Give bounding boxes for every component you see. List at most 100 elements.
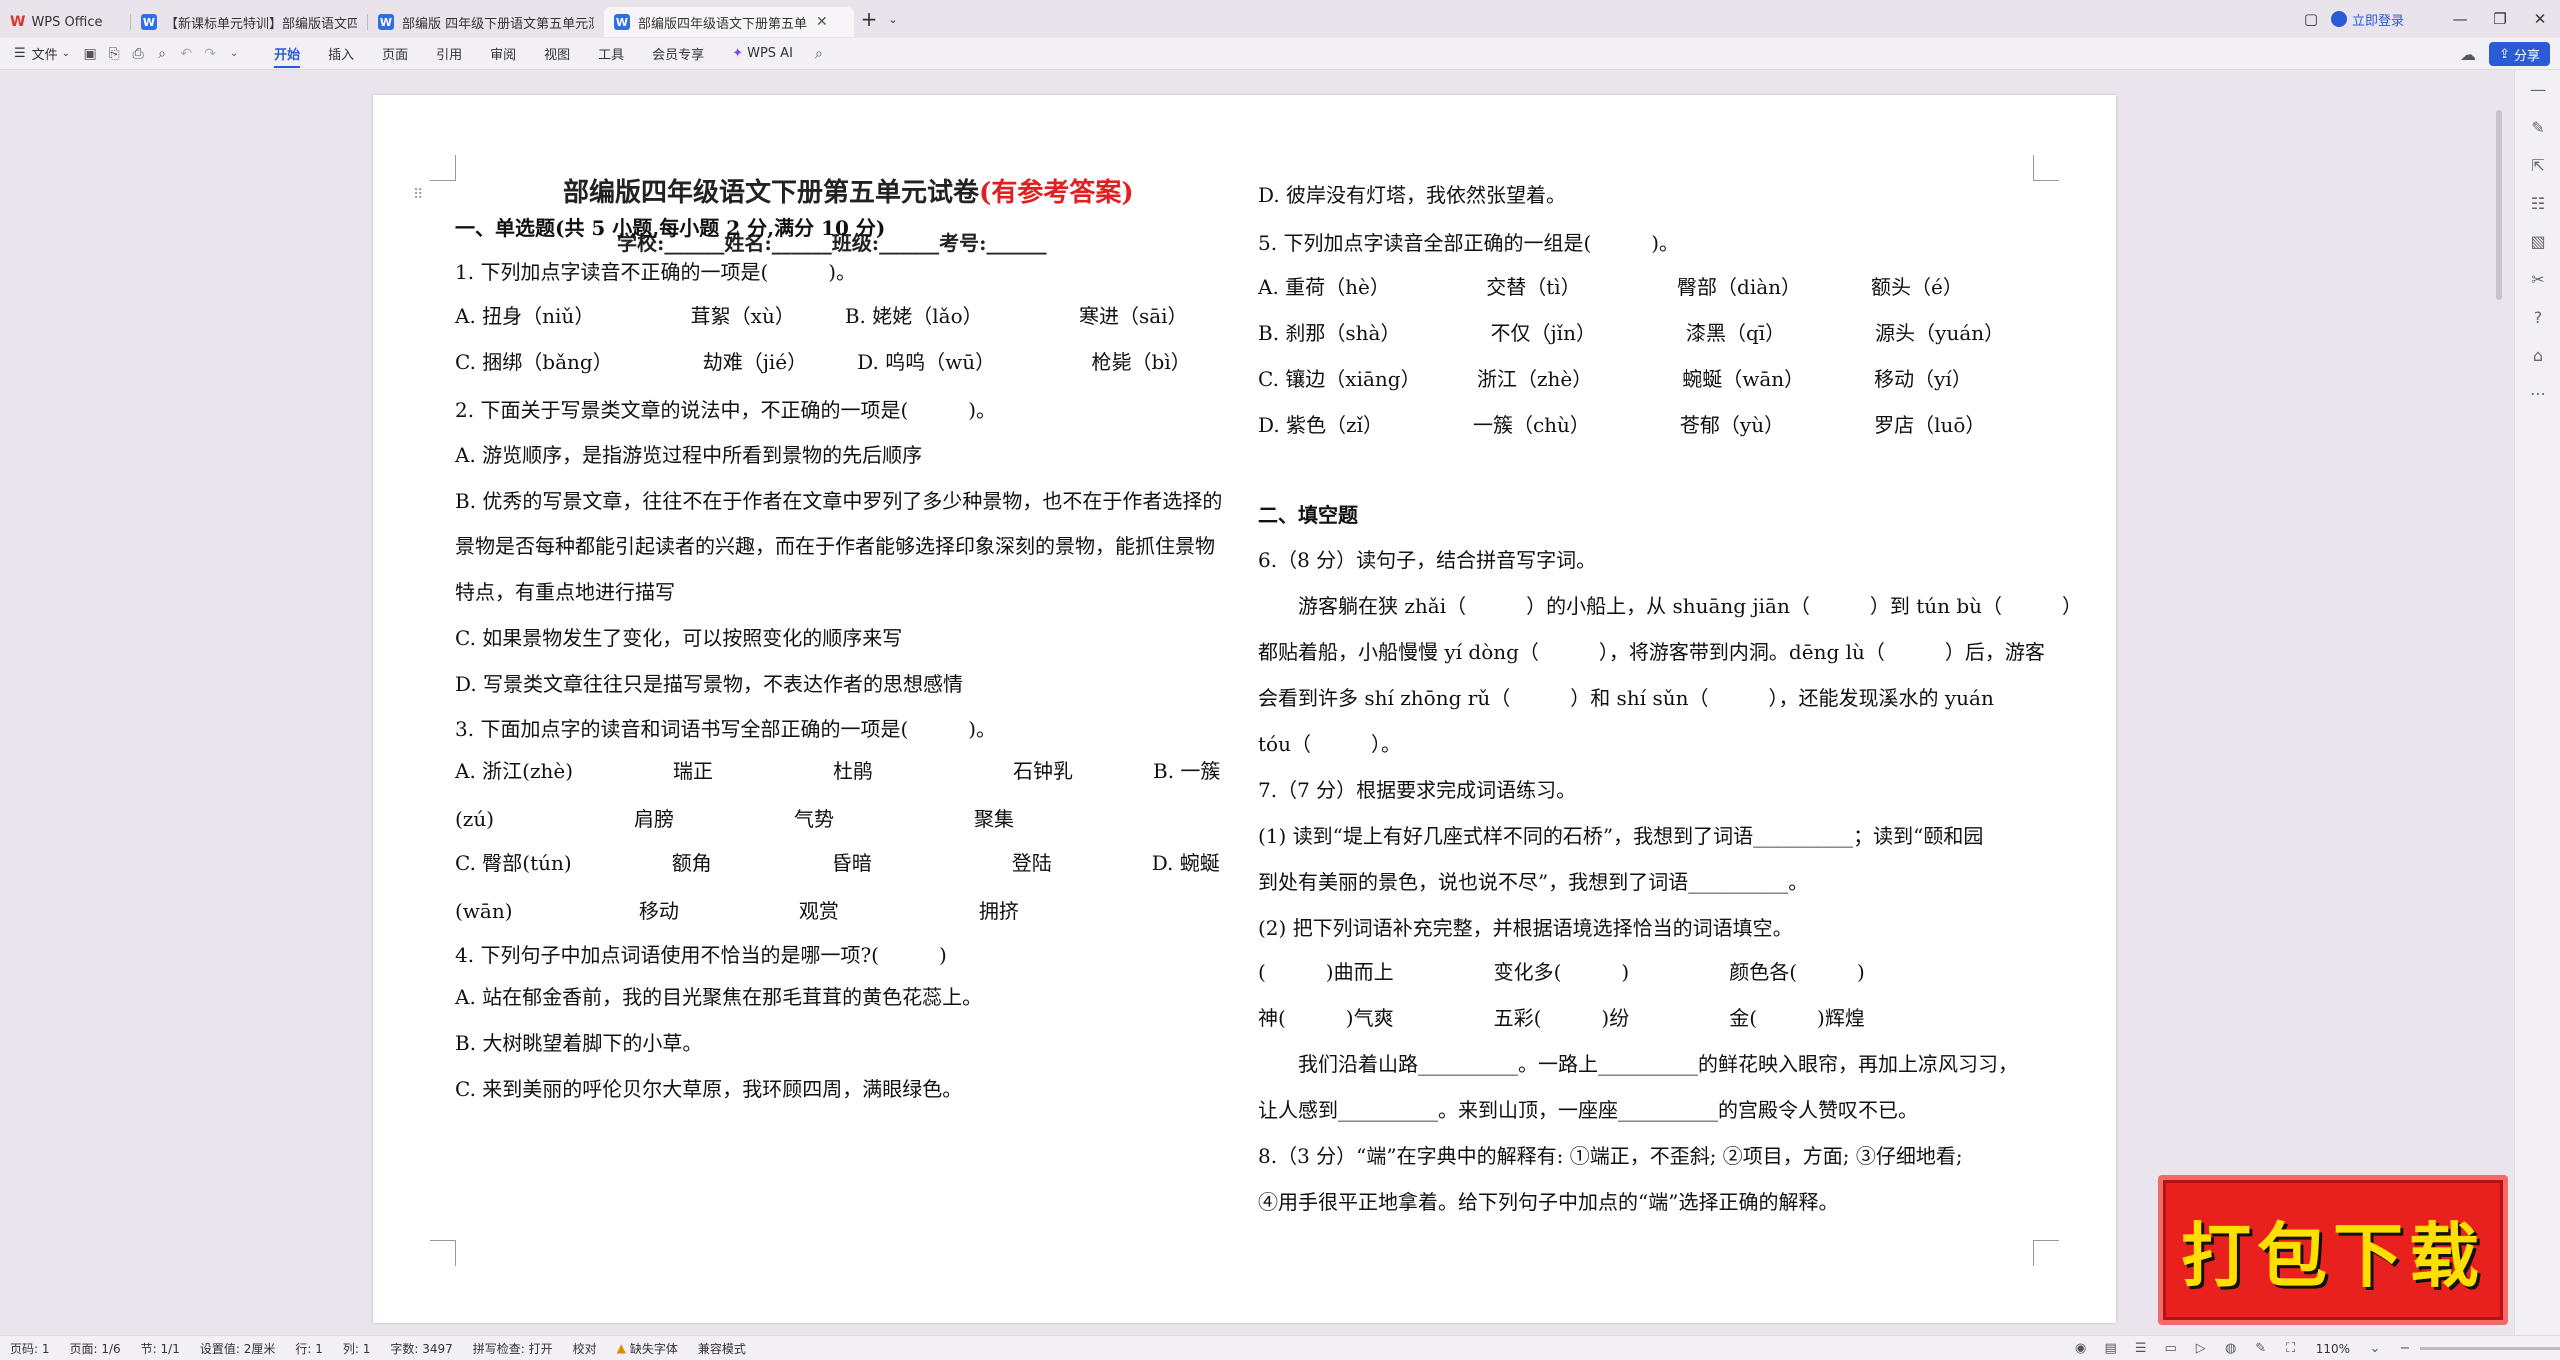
- print-icon[interactable]: ⎙: [126, 38, 150, 70]
- eye-protect-icon[interactable]: ◉: [2066, 1341, 2096, 1356]
- share-button[interactable]: ⇪ 分享: [2489, 42, 2550, 66]
- left-line: 1. 下列加点字读音不正确的一项是( )。: [455, 260, 857, 284]
- margin-corner-br: [2033, 1240, 2059, 1266]
- status-spellcheck[interactable]: 拼写检查: 打开: [463, 1340, 563, 1357]
- left-line: C. 如果景物发生了变化，可以按照变化的顺序来写: [455, 626, 903, 650]
- export-pdf-icon[interactable]: ⎘: [102, 38, 126, 70]
- collapse-icon[interactable]: —: [2515, 70, 2560, 108]
- menu-references[interactable]: 引用: [422, 38, 476, 70]
- pen-icon[interactable]: ✎: [2246, 1341, 2276, 1356]
- share-label: 分享: [2513, 48, 2540, 64]
- search-icon[interactable]: ⌕: [807, 38, 831, 70]
- tab-document-active[interactable]: W 部编版四年级语文下册第五单 ✕: [604, 7, 854, 37]
- restore-icon[interactable]: ❐: [2480, 0, 2520, 38]
- zoom-chevron-icon[interactable]: ⌄: [2360, 1341, 2390, 1356]
- cloud-icon[interactable]: ☁: [2456, 42, 2480, 66]
- share-doc-icon[interactable]: ⌂: [2515, 336, 2560, 374]
- tab-label: 部编版 四年级下册语文第五单元测试: [402, 16, 594, 32]
- zoom-out-icon[interactable]: −: [2390, 1341, 2420, 1356]
- left-line: C. 捆绑（bǎng） 劫难（jié） D. 呜呜（wū） 枪毙（bì）: [455, 350, 1191, 374]
- minimize-icon[interactable]: —: [2440, 0, 2480, 38]
- print-preview-icon[interactable]: ⌕: [150, 38, 174, 70]
- menu-tools[interactable]: 工具: [584, 38, 638, 70]
- image-icon[interactable]: ▧: [2515, 222, 2560, 260]
- wps-ai-button[interactable]: ✦ WPS AI: [718, 38, 807, 70]
- outline-view-icon[interactable]: ☰: [2126, 1341, 2156, 1356]
- right-line: tóu（ ）。: [1258, 732, 1401, 756]
- left-line: A. 游览顺序，是指游览过程中所看到景物的先后顺序: [455, 443, 923, 467]
- vertical-scrollbar[interactable]: [2496, 110, 2502, 300]
- left-line: A. 扭身（niǔ） 茸絮（xù） B. 姥姥（lǎo） 寒进（sāi）: [455, 304, 1188, 328]
- menu-insert[interactable]: 插入: [314, 38, 368, 70]
- edit-pen-icon[interactable]: ✎: [2515, 108, 2560, 146]
- word-doc-icon: W: [141, 14, 157, 30]
- document-page[interactable]: ⠿ 部编版四年级语文下册第五单元试卷(有参考答案) 学校:______姓名:__…: [373, 95, 2116, 1323]
- left-line: (zú) 肩膀 气势 聚集: [455, 807, 1015, 831]
- user-avatar-icon: [2330, 11, 2347, 27]
- globe-icon[interactable]: ◍: [2216, 1341, 2246, 1356]
- status-col[interactable]: 列: 1: [333, 1340, 381, 1357]
- file-menu[interactable]: ☰ 文件 ⌄: [0, 38, 78, 70]
- right-line: C. 镶边（xiāng） 浙江（zhè） 蜿蜒（wān） 移动（yí）: [1258, 367, 1972, 391]
- status-compat-mode[interactable]: 兼容模式: [688, 1340, 756, 1357]
- ribbon-toolbar: ☰ 文件 ⌄ ▣ ⎘ ⎙ ⌕ ↶ ↷ ⌄ 开始 插入 页面 引用 审阅 视图 工…: [0, 38, 2560, 70]
- close-icon[interactable]: ✕: [2520, 0, 2560, 38]
- tab-document-2[interactable]: W 部编版 四年级下册语文第五单元测试: [368, 7, 604, 37]
- tab-document-1[interactable]: W 【新课标单元特训】部编版语文四年: [131, 7, 367, 37]
- right-line: ( )曲而上 变化多( ) 颜色各( ): [1258, 960, 1865, 984]
- tab-close-icon[interactable]: ✕: [816, 14, 828, 30]
- right-column: D. 彼岸没有灯塔，我依然张望着。 5. 下列加点字读音全部正确的一组是( )。 A…: [1258, 95, 2082, 1323]
- select-cursor-icon[interactable]: ⇱: [2515, 146, 2560, 184]
- right-line: 7.（7 分）根据要求完成词语练习。: [1258, 778, 1577, 802]
- status-row[interactable]: 行: 1: [285, 1340, 333, 1357]
- status-missing-fonts[interactable]: ▲ 缺失字体: [607, 1340, 688, 1357]
- redo-icon[interactable]: ↷: [198, 38, 222, 70]
- left-column: 一、单选题(共 5 小题,每小题 2 分,满分 10 分) 1. 下列加点字读音不…: [455, 95, 1222, 1323]
- status-bar: 页码: 1 页面: 1/6 节: 1/1 设置值: 2厘米 行: 1 列: 1 …: [0, 1335, 2560, 1360]
- left-line: (wān) 移动 观赏 拥挤: [455, 899, 1019, 923]
- drag-handle-icon[interactable]: ⠿: [413, 187, 423, 203]
- settings-sliders-icon[interactable]: ☷: [2515, 184, 2560, 222]
- more-chevron-icon[interactable]: ⌄: [222, 38, 246, 70]
- page-view-icon[interactable]: ▤: [2096, 1341, 2126, 1356]
- tools-icon[interactable]: ✂: [2515, 260, 2560, 298]
- left-line: 4. 下列句子中加点词语使用不恰当的是哪一项?( ): [455, 943, 947, 967]
- zoom-level[interactable]: 110%: [2306, 1342, 2360, 1356]
- right-line: D. 彼岸没有灯塔，我依然张望着。: [1258, 183, 1567, 207]
- window-tile-icon[interactable]: ▢: [2291, 0, 2331, 38]
- hamburger-icon: ☰: [14, 46, 26, 61]
- undo-icon[interactable]: ↶: [174, 38, 198, 70]
- status-setting[interactable]: 设置值: 2厘米: [190, 1340, 286, 1357]
- new-tab-button[interactable]: +: [854, 0, 884, 38]
- menu-review[interactable]: 审阅: [476, 38, 530, 70]
- right-line: 都贴着船，小船慢慢 yí dòng（ ），将游客带到内洞。dēng lù（ ）后…: [1258, 640, 2045, 664]
- status-proofread[interactable]: 校对: [563, 1340, 607, 1357]
- menu-member[interactable]: 会员专享: [638, 38, 718, 70]
- more-icon[interactable]: ⋯: [2515, 374, 2560, 412]
- zoom-slider[interactable]: [2420, 1347, 2560, 1350]
- tab-wps-office[interactable]: W WPS Office: [0, 7, 130, 37]
- status-page[interactable]: 页码: 1: [0, 1340, 60, 1357]
- left-line: 一、单选题(共 5 小题,每小题 2 分,满分 10 分): [455, 216, 886, 240]
- margin-corner-tl: [430, 155, 456, 181]
- menu-view[interactable]: 视图: [530, 38, 584, 70]
- status-word-count[interactable]: 字数: 3497: [380, 1340, 462, 1357]
- status-section[interactable]: 节: 1/1: [131, 1340, 190, 1357]
- login-label: 立即登录: [2351, 13, 2404, 29]
- play-icon[interactable]: ▷: [2186, 1341, 2216, 1356]
- web-view-icon[interactable]: ▭: [2156, 1341, 2186, 1356]
- left-line: 3. 下面加点字的读音和词语书写全部正确的一项是( )。: [455, 717, 997, 741]
- left-line: B. 大树眺望着脚下的小草。: [455, 1031, 703, 1055]
- menu-home[interactable]: 开始: [260, 38, 314, 70]
- left-line: B. 优秀的写景文章，往往不在于作者在文章中罗列了多少种景物，也不在于作者选择的: [455, 489, 1223, 513]
- left-line: A. 浙江(zhè) 瑞正 杜鹃 石钟乳 B. 一簇: [455, 759, 1221, 783]
- chevron-down-icon[interactable]: ⌄: [884, 0, 902, 38]
- fit-page-icon[interactable]: ⛶: [2276, 1341, 2306, 1356]
- help-icon[interactable]: ?: [2515, 298, 2560, 336]
- download-banner[interactable]: 打包下载: [2158, 1175, 2508, 1325]
- save-icon[interactable]: ▣: [78, 38, 102, 70]
- menu-page[interactable]: 页面: [368, 38, 422, 70]
- status-pages[interactable]: 页面: 1/6: [60, 1340, 131, 1357]
- login-button[interactable]: 立即登录: [2330, 10, 2404, 29]
- margin-corner-bl: [430, 1240, 456, 1266]
